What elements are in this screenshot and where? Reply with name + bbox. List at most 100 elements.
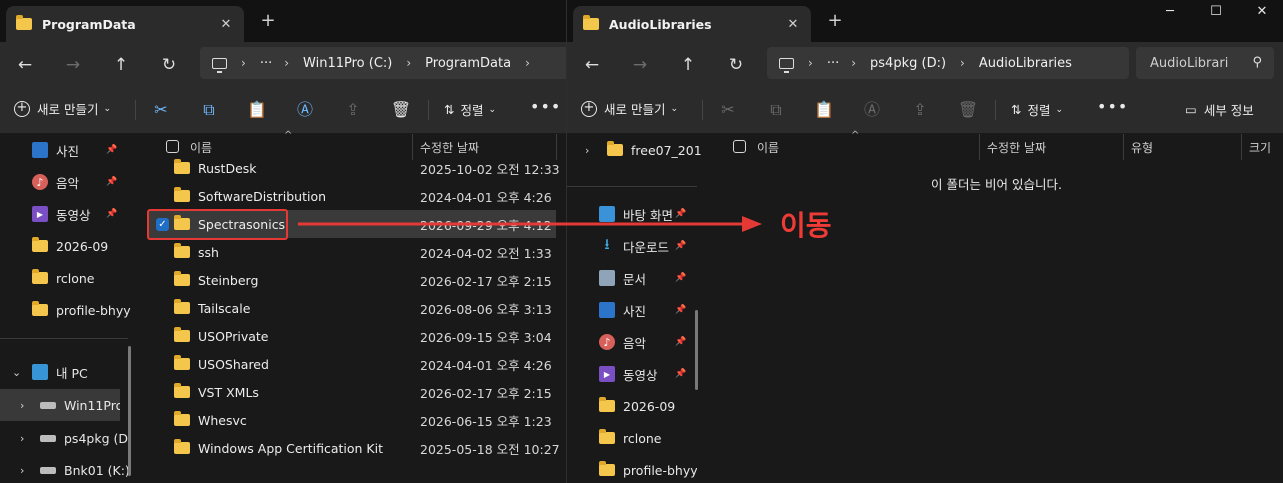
nav-item-profile[interactable]: profile-bhyy: [0, 294, 138, 326]
back-button[interactable]: ←: [10, 50, 40, 80]
cut-icon[interactable]: ✂: [715, 98, 741, 122]
command-bar: + 새로 만들기 ⌄ ✂ ⧉ 📋 Ⓐ ⇪ 🗑 ⇅ 정렬 ⌄ •••: [0, 86, 566, 134]
select-all-checkbox[interactable]: [166, 140, 179, 153]
file-row[interactable]: USOShared 2024-04-01 오후 4:26: [148, 350, 556, 378]
details-pane-button[interactable]: ▭ 세부 정보: [1185, 100, 1254, 119]
share-icon[interactable]: ⇪: [340, 98, 366, 122]
new-tab-button[interactable]: +: [823, 10, 847, 34]
column-type[interactable]: 유형: [1131, 139, 1153, 156]
back-button[interactable]: ←: [577, 50, 607, 80]
close-tab-icon[interactable]: ✕: [216, 17, 236, 32]
close-tab-icon[interactable]: ✕: [783, 17, 803, 32]
up-button[interactable]: ↑: [106, 50, 136, 80]
file-row[interactable]: SoftwareDistribution 2024-04-01 오후 4:26: [148, 182, 556, 210]
command-bar: + 새로 만들기 ⌄ ✂ ⧉ 📋 Ⓐ ⇪ 🗑 ⇅ 정렬 ⌄ ••• ▭ 세부 정…: [567, 86, 1283, 134]
nav-item-music[interactable]: ♪ 음악 📌: [0, 166, 138, 198]
forward-button[interactable]: →: [58, 50, 88, 80]
documents-icon: [599, 270, 615, 286]
nav-item-documents[interactable]: 문서 📌: [567, 262, 707, 294]
more-options-icon[interactable]: •••: [1097, 97, 1128, 116]
delete-icon[interactable]: 🗑: [955, 98, 981, 122]
nav-item-photos[interactable]: 사진 📌: [567, 294, 707, 326]
file-row[interactable]: USOPrivate 2026-09-15 오후 3:04: [148, 322, 556, 350]
new-tab-button[interactable]: +: [256, 10, 280, 34]
chevron-right-icon: ›: [525, 56, 530, 70]
nav-item-ps4pkg[interactable]: › ps4pkg (D:: [0, 422, 138, 454]
tab-programdata[interactable]: ProgramData ✕: [6, 6, 244, 42]
file-row[interactable]: Whesvc 2026-06-15 오후 1:23: [148, 406, 556, 434]
column-date[interactable]: 수정한 날짜: [987, 139, 1046, 156]
column-divider[interactable]: [1241, 134, 1242, 160]
file-row[interactable]: RustDesk 2025-10-02 오전 12:33: [148, 154, 560, 182]
file-row[interactable]: Windows App Certification Kit 2025-05-18 …: [148, 434, 560, 462]
nav-item-profile[interactable]: profile-bhyy: [567, 454, 697, 483]
tab-audiolibraries[interactable]: AudioLibraries ✕: [573, 6, 811, 42]
file-row[interactable]: Steinberg 2026-02-17 오후 2:15: [148, 266, 556, 294]
new-button[interactable]: + 새로 만들기 ⌄: [14, 99, 111, 118]
select-all-checkbox[interactable]: [733, 140, 746, 153]
breadcrumb-folder[interactable]: ProgramData: [425, 56, 511, 71]
refresh-button[interactable]: ↻: [154, 50, 184, 80]
nav-item-rclone[interactable]: rclone: [567, 422, 707, 454]
chevron-right-icon[interactable]: ›: [585, 144, 589, 157]
copy-icon[interactable]: ⧉: [763, 98, 789, 122]
column-divider[interactable]: [556, 134, 557, 160]
address-bar[interactable]: › ··· › ps4pkg (D:) › AudioLibraries: [767, 47, 1129, 79]
scrollbar[interactable]: [695, 310, 698, 390]
delete-icon[interactable]: 🗑: [388, 98, 414, 122]
scrollbar[interactable]: [128, 346, 131, 476]
sort-button[interactable]: ⇅ 정렬 ⌄: [444, 100, 496, 119]
chevron-right-icon: ›: [851, 56, 857, 70]
nav-item-downloads[interactable]: ⭳ 다운로드 📌: [567, 230, 707, 262]
nav-item-2026-09[interactable]: 2026-09: [0, 230, 138, 262]
nav-item-music[interactable]: ♪ 음악 📌: [567, 326, 707, 358]
nav-item-free07[interactable]: › free07_201: [567, 134, 707, 166]
sort-button[interactable]: ⇅ 정렬 ⌄: [1011, 100, 1063, 119]
search-input[interactable]: AudioLibrari ⚲: [1136, 47, 1274, 79]
nav-item-photos[interactable]: 사진 📌: [0, 134, 138, 166]
pin-icon: 📌: [675, 369, 687, 379]
folder-icon: [174, 439, 190, 454]
minimize-button[interactable]: ─: [1153, 4, 1187, 24]
chevron-right-icon[interactable]: ›: [20, 432, 24, 445]
nav-item-videos[interactable]: ▶ 동영상 📌: [0, 198, 138, 230]
more-options-icon[interactable]: •••: [530, 97, 561, 116]
file-row[interactable]: VST XMLs 2026-02-17 오후 2:15: [148, 378, 556, 406]
nav-item-this-pc[interactable]: ⌄ 내 PC: [0, 356, 138, 388]
file-row[interactable]: Tailscale 2026-08-06 오후 3:13: [148, 294, 556, 322]
rename-icon[interactable]: Ⓐ: [292, 98, 318, 122]
file-row[interactable]: ssh 2024-04-02 오전 1:33: [148, 238, 556, 266]
refresh-button[interactable]: ↻: [721, 50, 751, 80]
nav-item-videos[interactable]: ▶ 동영상 📌: [567, 358, 707, 390]
nav-item-rclone[interactable]: rclone: [0, 262, 138, 294]
close-window-button[interactable]: ✕: [1245, 4, 1279, 24]
address-bar[interactable]: › ··· › Win11Pro (C:) › ProgramData ›: [200, 47, 566, 79]
share-icon[interactable]: ⇪: [907, 98, 933, 122]
nav-item-win11pro[interactable]: › Win11Pro (: [0, 389, 120, 421]
breadcrumb-drive[interactable]: ps4pkg (D:): [870, 56, 946, 71]
column-divider[interactable]: [979, 134, 980, 160]
nav-item-2026-09[interactable]: 2026-09: [567, 390, 707, 422]
copy-icon[interactable]: ⧉: [196, 98, 222, 122]
forward-button[interactable]: →: [625, 50, 655, 80]
breadcrumb-folder[interactable]: AudioLibraries: [979, 56, 1072, 71]
overflow-icon[interactable]: ···: [260, 56, 272, 71]
maximize-button[interactable]: ☐: [1199, 4, 1233, 24]
cut-icon[interactable]: ✂: [148, 98, 174, 122]
up-button[interactable]: ↑: [673, 50, 703, 80]
column-size[interactable]: 크기: [1249, 139, 1271, 156]
chevron-right-icon[interactable]: ›: [20, 399, 24, 412]
paste-icon[interactable]: 📋: [244, 98, 270, 122]
nav-item-bnk01[interactable]: › Bnk01 (K:): [0, 454, 138, 483]
new-button[interactable]: + 새로 만들기 ⌄: [581, 99, 678, 118]
file-name-text: Steinberg: [198, 272, 259, 288]
paste-icon[interactable]: 📋: [811, 98, 837, 122]
column-name[interactable]: 이름: [757, 139, 779, 156]
breadcrumb-drive[interactable]: Win11Pro (C:): [303, 56, 392, 71]
chevron-down-icon[interactable]: ⌄: [12, 366, 21, 379]
overflow-icon[interactable]: ···: [827, 56, 839, 71]
search-icon[interactable]: ⚲: [1252, 55, 1262, 70]
chevron-right-icon[interactable]: ›: [20, 464, 24, 477]
column-divider[interactable]: [1123, 134, 1124, 160]
rename-icon[interactable]: Ⓐ: [859, 98, 885, 122]
